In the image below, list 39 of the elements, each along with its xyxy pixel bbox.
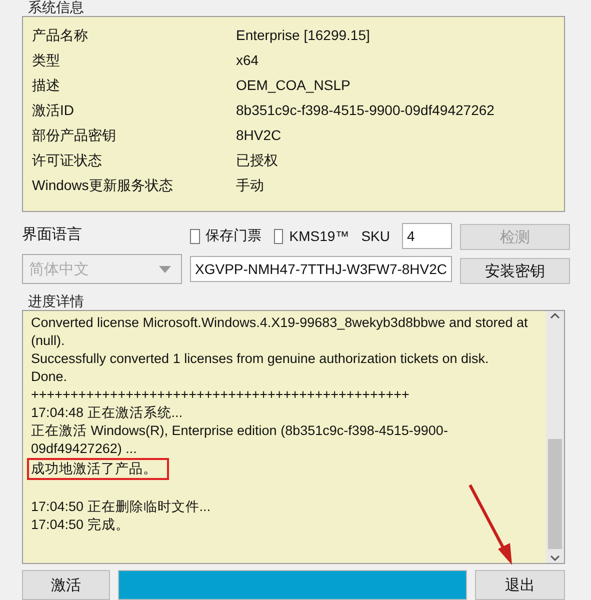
scroll-up-icon[interactable] [550,313,560,319]
log-line: 17:04:50 正在删除临时文件... [31,499,211,514]
log-line: Converted license Microsoft.Windows.4.X19-99683_8wekyb3d8bbwe and stored at (null). [31,315,528,348]
info-label: 部份产品密钥 [32,126,117,145]
sku-label: SKU [361,228,390,244]
checkbox[interactable] [190,228,200,244]
info-value: OEM_COA_NSLP [236,76,352,95]
product-key-field[interactable]: XGVPP-NMH47-7TTHJ-W3FW7-8HV2C [190,256,452,282]
log-line: 17:04:48 正在激活系统... [31,405,183,420]
group-title: 系统信息 [28,0,85,14]
info-value: 8b351c9c-f398-4515-9900-09df49427262 [236,101,496,120]
info-value: 手动 [236,176,265,195]
group-title: 进度详情 [28,294,85,308]
info-label: 描述 [32,76,61,95]
log-line: ++++++++++++++++++++++++++++++++++++++++++++++++ [31,387,410,402]
log-line: 正在激活 Windows(R), Enterprise edition (8b351c9c-f398-4515-9900-09df49427262) ... [31,423,448,456]
info-label: 产品名称 [32,26,89,45]
log-line: Done. [31,369,68,384]
log-line: 17:04:50 完成。 [31,517,130,532]
exit-button[interactable]: 退出 [475,570,565,600]
checkbox-label: 保存门票 [206,227,262,245]
checkbox-label: KMS19™ [289,228,350,244]
info-value: x64 [236,51,260,70]
info-label: 激活ID [32,101,75,120]
info-label: 许可证状态 [32,151,103,170]
info-value: 8HV2C [236,126,282,145]
info-value: 已授权 [236,151,279,170]
info-label: Windows更新服务状态 [32,176,174,195]
log-line: Successfully converted 1 licenses from genuine authorization tickets on disk. [31,351,489,366]
dropdown-arrow-icon [159,266,171,272]
action-button[interactable]: 安装密钥 [460,258,570,284]
info-label: 类型 [32,51,61,70]
sku-field[interactable]: 4 [402,223,452,249]
info-value: Enterprise [16299.15] [236,26,371,45]
scrollbar[interactable] [546,311,564,563]
checkbox[interactable] [274,228,284,244]
scroll-down-icon[interactable] [550,555,560,561]
activate-button[interactable]: 激活 [22,570,110,600]
language-label: 界面语言 [22,225,83,245]
